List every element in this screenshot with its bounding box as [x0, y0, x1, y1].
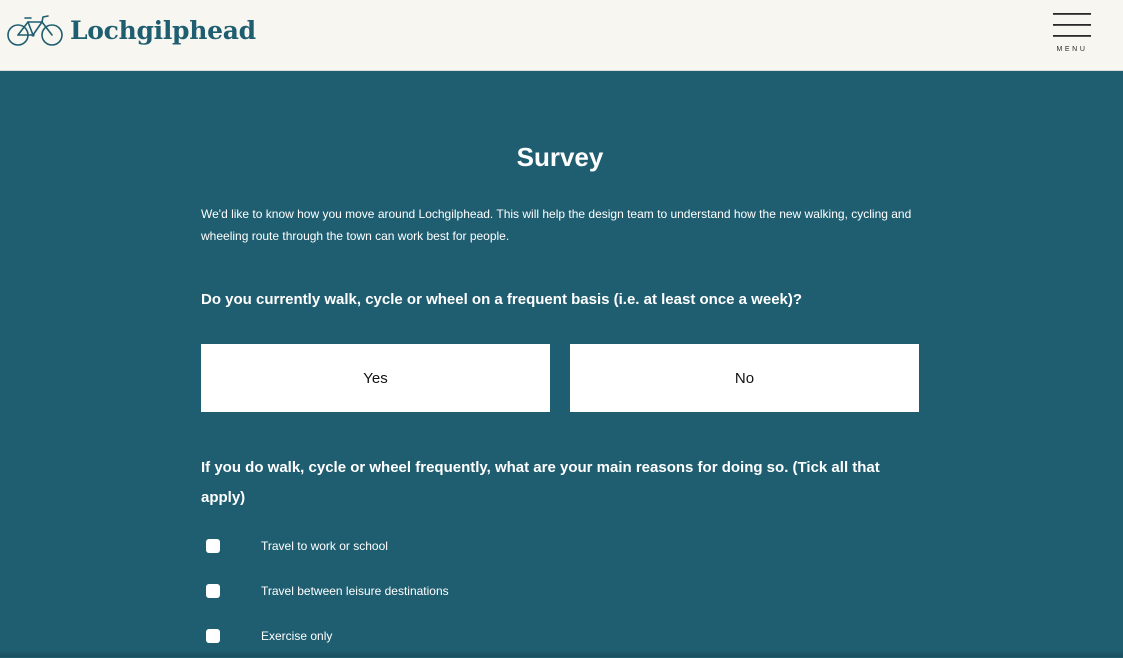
answer-yes-button[interactable]: Yes: [201, 344, 550, 412]
option-label: Exercise only: [261, 628, 333, 643]
site-name: Lochgilphead: [70, 15, 256, 45]
frequency-answers: Yes No: [201, 344, 919, 412]
survey-section: Survey We'd like to know how you move ar…: [201, 71, 919, 658]
bottom-edge: [0, 650, 1123, 657]
survey-intro: We'd like to know how you move around Lo…: [201, 207, 912, 243]
reason-options: Travel to work or school Travel between …: [201, 523, 919, 658]
site-header: Lochgilphead MENU: [0, 0, 1123, 71]
option-label: Travel between leisure destinations: [261, 583, 449, 598]
answer-no-button[interactable]: No: [570, 344, 919, 412]
page-title: Survey: [516, 142, 604, 172]
reason-option-work-school[interactable]: Travel to work or school: [201, 523, 919, 568]
option-label: Travel to work or school: [261, 538, 388, 553]
reason-option-leisure[interactable]: Travel between leisure destinations: [201, 568, 919, 613]
bicycle-icon: [7, 15, 63, 46]
menu-label: MENU: [1056, 46, 1088, 53]
question-frequency: Do you currently walk, cycle or wheel on…: [201, 291, 803, 308]
checkbox[interactable]: [206, 538, 220, 553]
site-logo[interactable]: Lochgilphead: [6, 12, 256, 48]
checkbox[interactable]: [206, 628, 220, 643]
hamburger-icon: [1053, 13, 1091, 37]
checkbox[interactable]: [206, 583, 220, 598]
menu-button[interactable]: MENU: [1051, 12, 1093, 58]
question-reasons: If you do walk, cycle or wheel frequentl…: [201, 459, 880, 506]
